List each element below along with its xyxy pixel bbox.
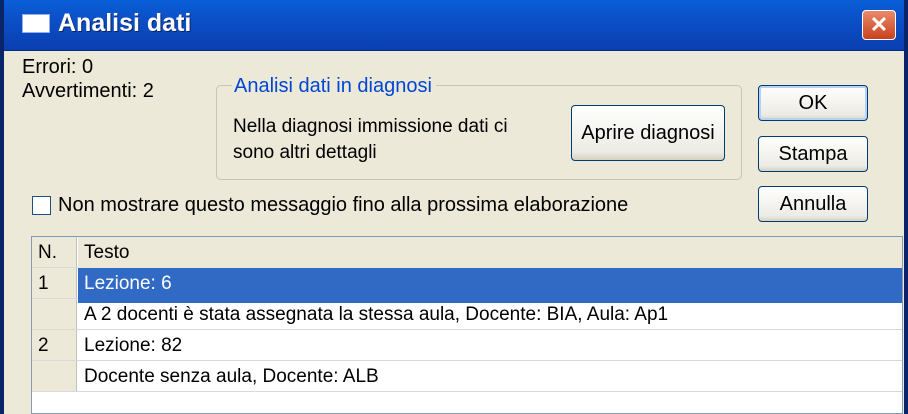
close-icon: ✕ — [869, 12, 889, 37]
row-number: 1 — [32, 268, 77, 298]
title-bar[interactable]: Analisi dati ✕ — [4, 0, 904, 51]
table-row[interactable]: 2 Lezione: 82 — [32, 330, 902, 361]
dont-show-checkbox[interactable] — [32, 196, 51, 215]
print-button[interactable]: Stampa — [758, 136, 868, 172]
table-header: N. Testo — [32, 237, 902, 272]
row-text: Docente senza aula, Docente: ALB — [84, 366, 379, 387]
table-row[interactable]: 1 Lezione: 6 — [32, 268, 902, 303]
group-message: Nella diagnosi immissione dati ci sono a… — [233, 114, 508, 166]
column-header-n[interactable]: N. — [32, 237, 77, 267]
row-number: 2 — [32, 330, 77, 360]
close-button[interactable]: ✕ — [862, 10, 896, 40]
warnings-count: Avvertimenti: 2 — [22, 80, 154, 102]
row-number — [32, 361, 77, 391]
row-text: Lezione: 6 — [78, 268, 902, 303]
row-text: A 2 docenti è stata assegnata la stessa … — [84, 304, 669, 325]
row-number — [32, 299, 77, 329]
table-row[interactable]: Docente senza aula, Docente: ALB — [32, 361, 902, 392]
window-icon — [22, 14, 50, 33]
ok-button[interactable]: OK — [758, 85, 868, 121]
column-header-text[interactable]: Testo — [78, 237, 902, 272]
dialog-window: Analisi dati ✕ Errori: 0 Avvertimenti: 2… — [0, 0, 908, 414]
group-label: Analisi dati in diagnosi — [232, 75, 436, 98]
cancel-button[interactable]: Annulla — [758, 186, 868, 222]
dont-show-label[interactable]: Non mostrare questo messaggio fino alla … — [58, 194, 628, 217]
window-title: Analisi dati — [58, 9, 192, 37]
results-table[interactable]: N. Testo 1 Lezione: 6 A 2 docenti è stat… — [31, 236, 903, 414]
row-text: Lezione: 82 — [84, 335, 183, 356]
table-row[interactable]: A 2 docenti è stata assegnata la stessa … — [32, 299, 902, 330]
open-diagnosis-button[interactable]: Aprire diagnosi — [571, 105, 725, 161]
group-message-line2: sono altri dettagli — [233, 142, 377, 163]
errors-count: Errori: 0 — [22, 56, 94, 78]
group-message-line1: Nella diagnosi immissione dati ci — [233, 116, 508, 137]
